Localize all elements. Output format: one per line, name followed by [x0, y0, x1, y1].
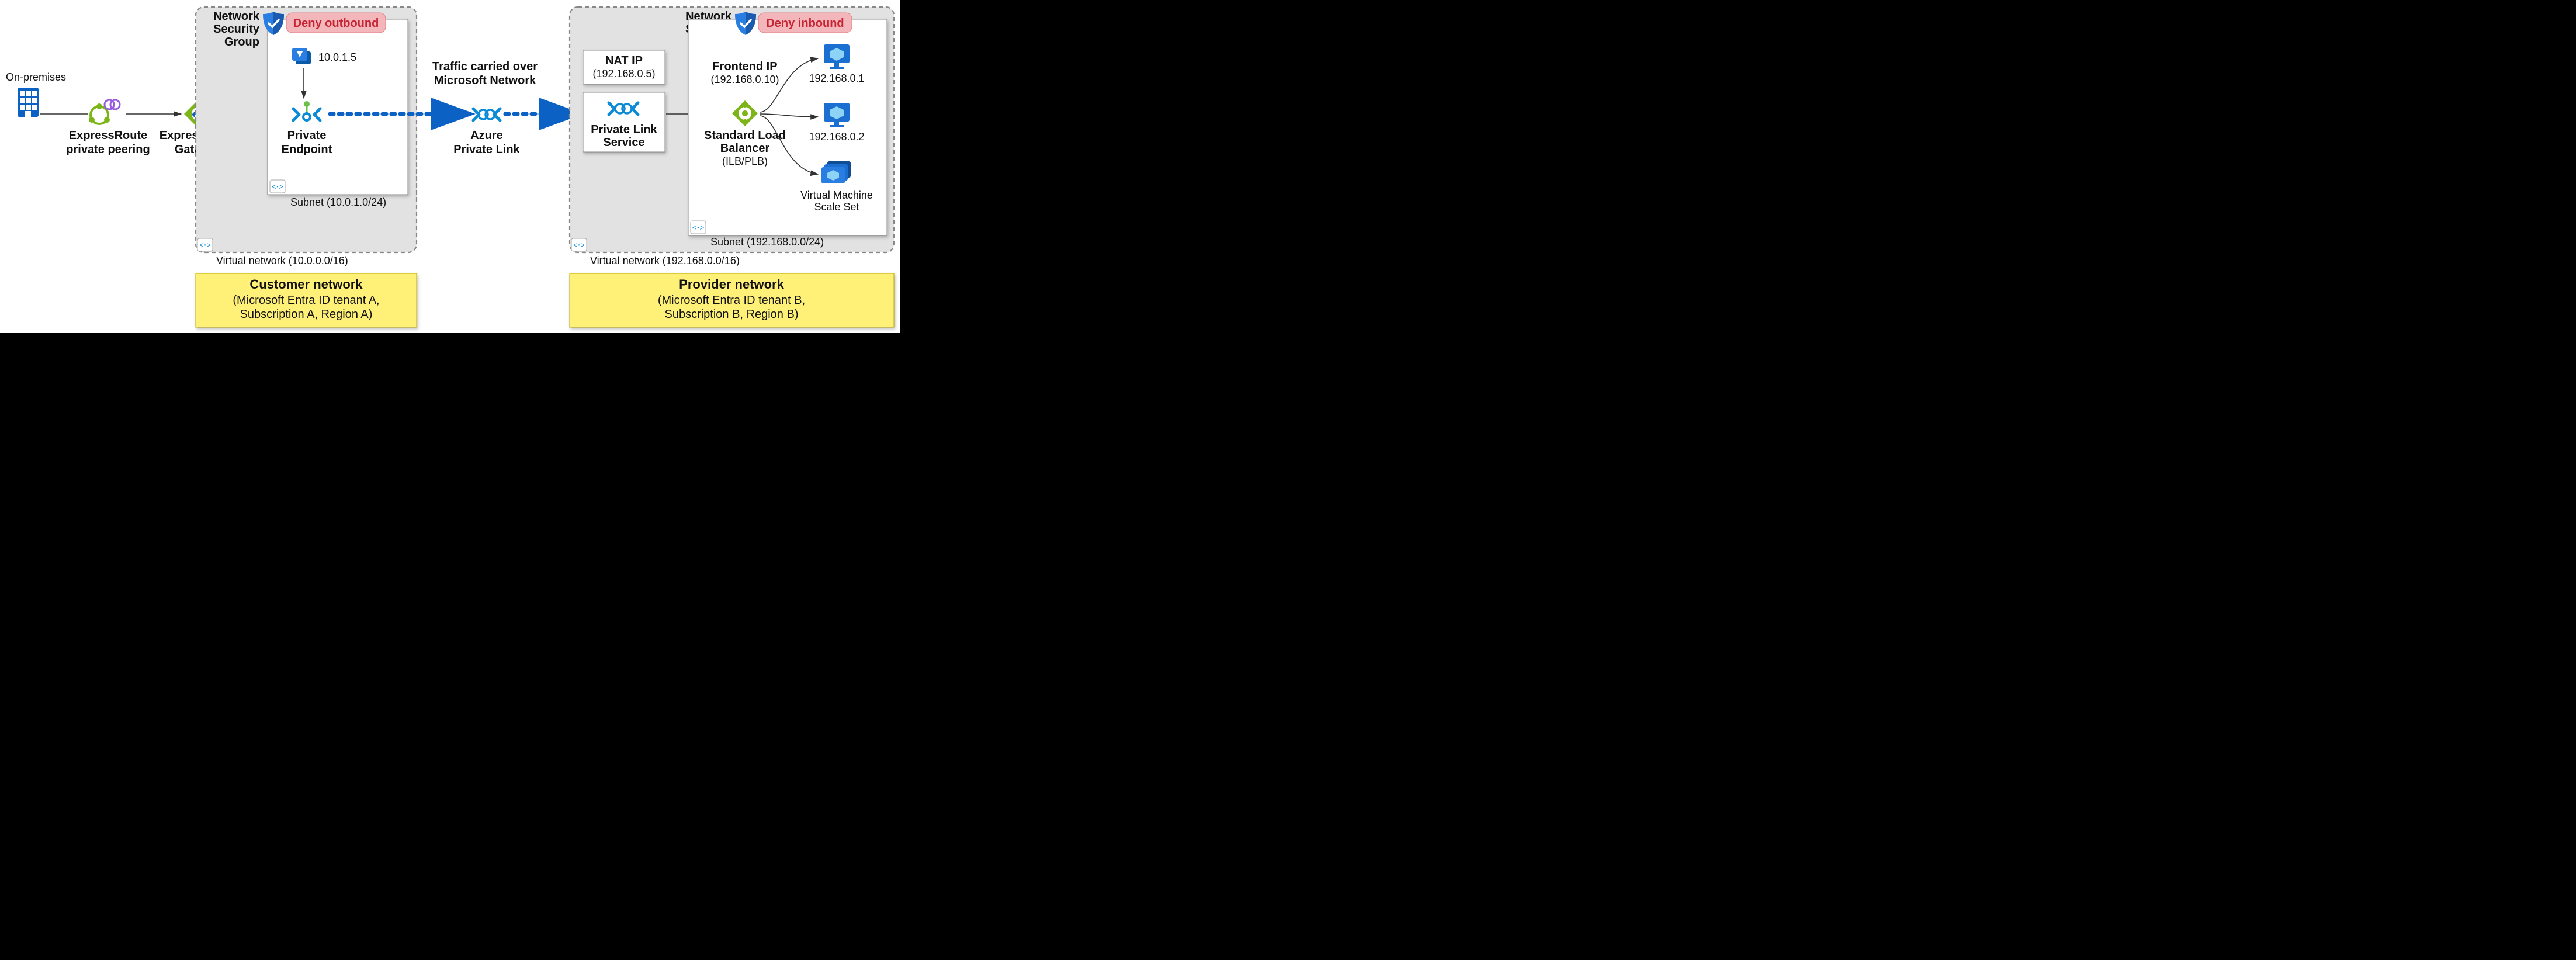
- pe-ip-label: 10.0.1.5: [318, 51, 356, 63]
- diagram-canvas: On-premises ExpressRoute private peering: [0, 0, 900, 351]
- pls-box: Private Link Service: [583, 92, 665, 152]
- customer-yellowbox: Customer network (Microsoft Entra ID ten…: [196, 273, 417, 327]
- svg-text:<·>: <·>: [692, 224, 705, 233]
- vmss-l2: Scale Set: [814, 201, 859, 213]
- apl-l2: Private Link: [453, 143, 520, 156]
- pe-sub: Endpoint: [282, 143, 332, 156]
- frontend-ip: (192.168.0.10): [710, 74, 779, 85]
- svg-text:(Microsoft Entra ID tenant B,: (Microsoft Entra ID tenant B,: [658, 294, 805, 307]
- customer-vnet-label: Virtual network (10.0.0.0/16): [216, 255, 348, 266]
- nat-ip-box: NAT IP (192.168.0.5): [583, 50, 665, 84]
- svg-text:Subscription A, Region A): Subscription A, Region A): [240, 308, 373, 321]
- provider-subnet-label: Subnet (192.168.0.0/24): [710, 236, 824, 248]
- svg-text:<·>: <·>: [272, 183, 284, 192]
- deny-inbound-badge: Deny inbound: [758, 13, 852, 33]
- traffic-l1: Traffic carried over: [432, 60, 538, 73]
- apl-l1: Azure: [470, 129, 503, 142]
- svg-text:NAT IP: NAT IP: [605, 54, 643, 67]
- svg-text:Subscription B, Region B): Subscription B, Region B): [664, 308, 798, 321]
- customer-nsg-l2: Security: [213, 23, 260, 36]
- svg-text:Private Link: Private Link: [591, 123, 657, 136]
- svg-text:<·>: <·>: [199, 241, 212, 250]
- provider-yellowbox: Provider network (Microsoft Entra ID ten…: [570, 273, 894, 327]
- onprem-label: On-premises: [6, 71, 66, 83]
- er-peering-l2: private peering: [66, 143, 150, 156]
- pe-title: Private: [287, 129, 327, 142]
- svg-text:Customer network: Customer network: [249, 277, 363, 292]
- frontend-title: Frontend IP: [712, 60, 777, 73]
- svg-text:Deny inbound: Deny inbound: [766, 17, 844, 30]
- svg-text:Deny outbound: Deny outbound: [293, 17, 379, 30]
- vmss-icon: [821, 161, 851, 183]
- er-peering-l1: ExpressRoute: [69, 129, 148, 142]
- customer-nsg-l1: Network: [213, 10, 260, 23]
- lb-l3: (ILB/PLB): [722, 155, 768, 167]
- provider-vnet-label: Virtual network (192.168.0.0/16): [590, 255, 740, 266]
- traffic-l2: Microsoft Network: [434, 74, 536, 87]
- vnet-icon-provider: <·>: [571, 238, 587, 251]
- subnet-icon-customer: <·>: [270, 180, 285, 193]
- lb-l1: Standard Load: [704, 129, 786, 142]
- svg-text:<·>: <·>: [573, 241, 585, 250]
- svg-text:(192.168.0.5): (192.168.0.5): [592, 68, 655, 79]
- customer-nsg-l3: Group: [224, 36, 259, 48]
- vmss-l1: Virtual Machine: [800, 189, 873, 201]
- customer-subnet-box: [268, 19, 408, 195]
- deny-outbound-badge: Deny outbound: [286, 13, 386, 33]
- subnet-icon-provider: <·>: [691, 221, 706, 234]
- svg-text:(Microsoft Entra ID tenant A,: (Microsoft Entra ID tenant A,: [233, 294, 379, 307]
- svg-text:Provider network: Provider network: [679, 277, 784, 292]
- vnet-icon-customer: <·>: [197, 238, 213, 251]
- lb-l2: Balancer: [720, 142, 770, 155]
- vm2-ip: 192.168.0.2: [809, 131, 864, 143]
- svg-text:Service: Service: [603, 136, 644, 149]
- building-icon: [18, 88, 39, 117]
- customer-subnet-label: Subnet (10.0.1.0/24): [290, 196, 386, 208]
- vm1-ip: 192.168.0.1: [809, 72, 864, 84]
